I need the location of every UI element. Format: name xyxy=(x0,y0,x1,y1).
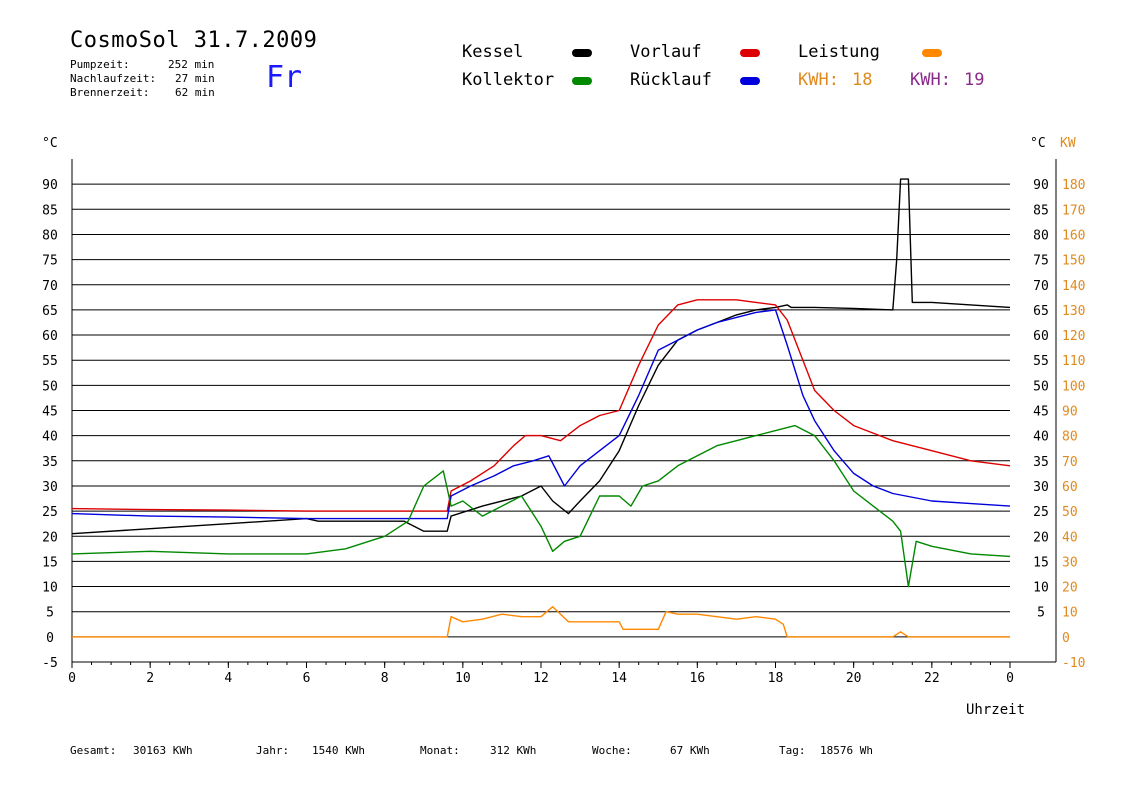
x-tick-label: 16 xyxy=(690,671,706,686)
y-tick-right-kw: 30 xyxy=(1062,555,1078,570)
y-tick-right-kw: 170 xyxy=(1062,203,1085,218)
y-unit-right-c: °C xyxy=(1030,136,1046,151)
x-tick-label: 20 xyxy=(846,671,862,686)
x-tick-label: 10 xyxy=(455,671,471,686)
y-tick-right-kw: 100 xyxy=(1062,379,1085,394)
y-tick-left: 10 xyxy=(42,581,58,596)
y-tick-right-kw: 120 xyxy=(1062,329,1085,344)
line-chart: -505101520253035404550556065707580859051… xyxy=(42,136,1085,686)
y-unit-left: °C xyxy=(42,136,58,151)
y-tick-left: 65 xyxy=(42,304,58,319)
y-tick-right-kw: 180 xyxy=(1062,178,1085,193)
y-tick-right-c: 35 xyxy=(1033,455,1049,470)
y-tick-right-c: 90 xyxy=(1033,178,1049,193)
x-tick-label: 2 xyxy=(146,671,154,686)
footer-monat-value: 312 KWh xyxy=(490,744,537,757)
y-tick-left: 50 xyxy=(42,379,58,394)
y-tick-left: -5 xyxy=(42,656,58,671)
y-tick-right-c: 10 xyxy=(1033,581,1049,596)
footer-gesamt-value: 30163 KWh xyxy=(133,744,193,757)
y-tick-right-c: 25 xyxy=(1033,505,1049,520)
x-tick-label: 0 xyxy=(68,671,76,686)
y-tick-right-kw: 140 xyxy=(1062,279,1085,294)
y-tick-left: 75 xyxy=(42,254,58,269)
series-line-kollektor xyxy=(71,424,1011,588)
y-tick-right-c: 50 xyxy=(1033,379,1049,394)
y-tick-left: 35 xyxy=(42,455,58,470)
y-tick-left: 40 xyxy=(42,430,58,445)
y-tick-right-c: 65 xyxy=(1033,304,1049,319)
x-axis-label: Uhrzeit xyxy=(966,702,1026,718)
x-tick-label: 0 xyxy=(1006,671,1014,686)
x-tick-label: 8 xyxy=(381,671,389,686)
series-line-vorlauf xyxy=(71,299,1011,512)
y-tick-left: 5 xyxy=(46,606,54,621)
series-line-rcklauf xyxy=(71,309,1011,520)
y-tick-right-kw: 20 xyxy=(1062,581,1078,596)
x-tick-label: 14 xyxy=(611,671,627,686)
footer-jahr-value: 1540 KWh xyxy=(312,744,365,757)
y-tick-left: 60 xyxy=(42,329,58,344)
y-tick-right-kw: 130 xyxy=(1062,304,1085,319)
y-tick-right-kw: 110 xyxy=(1062,354,1085,369)
y-tick-right-kw: -10 xyxy=(1062,656,1085,671)
y-tick-right-kw: 150 xyxy=(1062,254,1085,269)
footer-monat-label: Monat: xyxy=(420,744,460,757)
y-tick-right-c: 15 xyxy=(1033,555,1049,570)
y-tick-left: 30 xyxy=(42,480,58,495)
y-tick-left: 45 xyxy=(42,405,58,420)
y-tick-right-c: 80 xyxy=(1033,228,1049,243)
footer-tag-value: 18576 Wh xyxy=(820,744,873,757)
y-tick-left: 55 xyxy=(42,354,58,369)
x-tick-label: 12 xyxy=(533,671,549,686)
y-tick-right-kw: 90 xyxy=(1062,405,1078,420)
y-tick-right-c: 75 xyxy=(1033,254,1049,269)
y-tick-left: 90 xyxy=(42,178,58,193)
y-tick-left: 85 xyxy=(42,203,58,218)
y-tick-right-kw: 40 xyxy=(1062,530,1078,545)
footer-woche-value: 67 KWh xyxy=(670,744,710,757)
y-tick-right-kw: 80 xyxy=(1062,430,1078,445)
x-tick-label: 6 xyxy=(303,671,311,686)
y-tick-right-c: 40 xyxy=(1033,430,1049,445)
y-tick-left: 15 xyxy=(42,555,58,570)
y-tick-right-kw: 50 xyxy=(1062,505,1078,520)
footer-jahr-label: Jahr: xyxy=(256,744,290,757)
y-tick-right-c: 55 xyxy=(1033,354,1049,369)
y-tick-right-c: 5 xyxy=(1037,606,1045,621)
y-tick-left: 80 xyxy=(42,228,58,243)
x-tick-label: 22 xyxy=(924,671,940,686)
footer-woche-label: Woche: xyxy=(592,744,632,757)
y-tick-right-c: 70 xyxy=(1033,279,1049,294)
footer-gesamt-label: Gesamt: xyxy=(70,744,117,757)
series-lines xyxy=(71,178,1011,638)
x-tick-label: 18 xyxy=(768,671,784,686)
y-tick-left: 25 xyxy=(42,505,58,520)
y-tick-right-kw: 10 xyxy=(1062,606,1078,621)
y-tick-right-c: 60 xyxy=(1033,329,1049,344)
series-line-kessel xyxy=(71,178,1011,535)
footer-tag-label: Tag: xyxy=(779,744,806,757)
y-tick-right-c: 20 xyxy=(1033,530,1049,545)
y-tick-right-c: 30 xyxy=(1033,480,1049,495)
x-tick-label: 4 xyxy=(224,671,232,686)
y-tick-left: 70 xyxy=(42,279,58,294)
y-tick-right-kw: 60 xyxy=(1062,480,1078,495)
y-tick-left: 20 xyxy=(42,530,58,545)
y-unit-right-kw: KW xyxy=(1060,136,1076,151)
y-tick-right-kw: 0 xyxy=(1062,631,1070,646)
y-tick-right-c: 45 xyxy=(1033,405,1049,420)
y-tick-left: 0 xyxy=(46,631,54,646)
y-tick-right-kw: 70 xyxy=(1062,455,1078,470)
y-tick-right-c: 85 xyxy=(1033,203,1049,218)
y-tick-right-kw: 160 xyxy=(1062,228,1085,243)
